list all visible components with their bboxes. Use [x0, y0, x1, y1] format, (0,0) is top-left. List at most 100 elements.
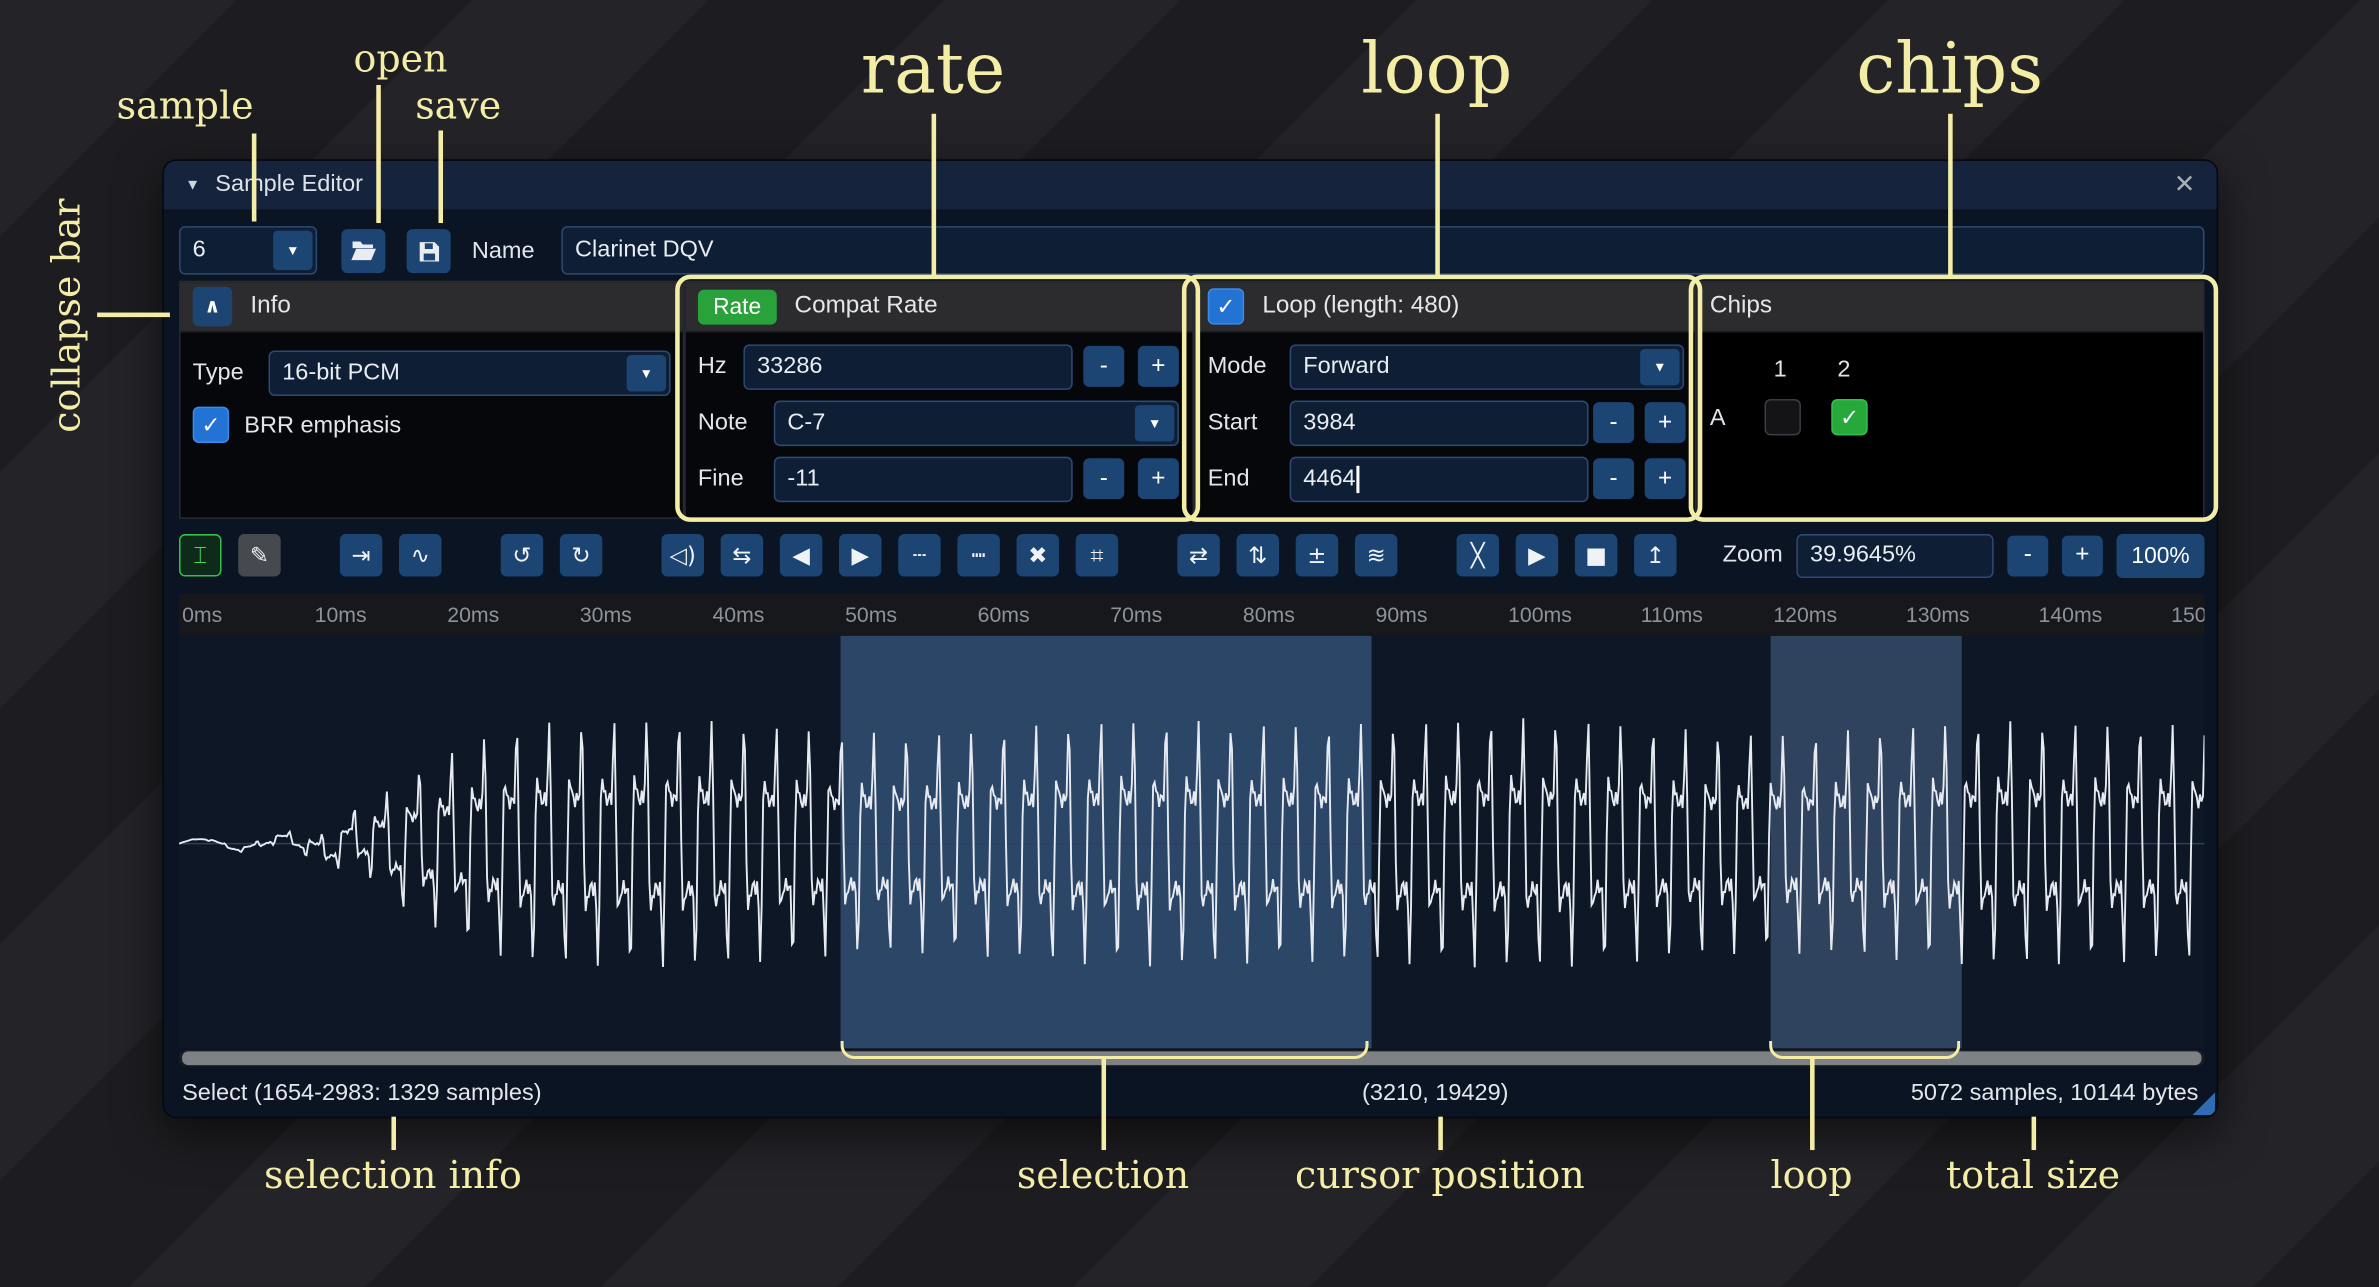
resize-icon[interactable]: ⇥ — [340, 534, 382, 576]
ruler-tick: 70ms — [1110, 602, 1162, 626]
chevron-down-icon[interactable]: ▼ — [627, 355, 666, 391]
loop-start-increase-button[interactable]: + — [1645, 402, 1686, 443]
cursor-position-text: (3210, 19429) — [1362, 1080, 1508, 1107]
annotation-loop-bottom: loop — [1584, 1153, 2039, 1197]
loop-end-value: 4464 — [1303, 466, 1355, 493]
loop-panel: ✓ Loop (length: 480) Mode Forward ▼ Star… — [1194, 281, 1696, 519]
brr-emphasis-checkbox[interactable]: ✓ — [193, 407, 229, 443]
loop-panel-header: ✓ Loop (length: 480) — [1196, 282, 1695, 332]
redo-icon[interactable]: ↻ — [560, 534, 602, 576]
toolbar-buttons: ⌶ ✎ ⇥ ∿ ↺ ↻ ◁) ⇆ ◀ ▶ ┄ ┉ ✖ ⌗ ⇄ ⇅ ± ≋ ╳ ▶ ■ ↥ — [179, 534, 1676, 576]
zoom-input[interactable]: 39.9645% — [1796, 533, 1993, 577]
collapse-bar-button[interactable]: ∧ — [193, 287, 232, 326]
fine-increase-button[interactable]: + — [1138, 458, 1179, 499]
hz-decrease-button[interactable]: - — [1083, 346, 1124, 387]
resample-icon[interactable]: ∿ — [399, 534, 441, 576]
ruler-tick: 30ms — [580, 602, 632, 626]
hz-increase-button[interactable]: + — [1138, 346, 1179, 387]
rate-panel: Rate Compat Rate Hz 33286 - + Note C-7 ▼… — [684, 281, 1194, 519]
type-value: 16-bit PCM — [282, 360, 400, 387]
mode-label: Mode — [1208, 354, 1267, 381]
stop-preview-icon[interactable]: ■ — [1575, 534, 1617, 576]
loop-mode-select[interactable]: Forward ▼ — [1290, 344, 1684, 390]
annotation-cursor-position: cursor position — [1212, 1153, 1667, 1197]
hz-label: Hz — [698, 354, 727, 381]
normalize-icon[interactable]: ⇆ — [721, 534, 763, 576]
loop-end-increase-button[interactable]: + — [1645, 458, 1686, 499]
chip-a2-checkbox[interactable]: ✓ — [1831, 399, 1867, 435]
annotation-total-size: total size — [1805, 1153, 2260, 1197]
chips-panel: Chips 1 2 A ✓ — [1696, 281, 2204, 519]
preview-icon[interactable]: ▶ — [1516, 534, 1558, 576]
name-label: Name — [472, 238, 535, 265]
fine-value: -11 — [787, 466, 819, 493]
type-select[interactable]: 16-bit PCM ▼ — [269, 350, 671, 396]
crossfade-icon[interactable]: ╳ — [1457, 534, 1499, 576]
ruler-tick: 50ms — [845, 602, 897, 626]
chevron-down-icon[interactable]: ▼ — [273, 231, 312, 270]
loop-end-input[interactable]: 4464 — [1290, 457, 1589, 503]
amplify-icon[interactable]: ◁) — [662, 534, 704, 576]
fine-input[interactable]: -11 — [774, 457, 1073, 503]
sample-number-value: 6 — [193, 237, 206, 264]
trim-icon[interactable]: ⌗ — [1076, 534, 1118, 576]
window-collapse-icon[interactable]: ▼ — [185, 177, 200, 194]
chip-a1-checkbox[interactable] — [1765, 399, 1801, 435]
horizontal-scrollbar[interactable] — [179, 1050, 2204, 1067]
annotation-line — [391, 1117, 395, 1150]
annotation-chips: chips — [1722, 27, 2177, 109]
apply-silence-icon[interactable]: ┉ — [957, 534, 999, 576]
text-caret — [1357, 466, 1360, 493]
window-title: Sample Editor — [215, 171, 363, 198]
insert-silence-icon[interactable]: ┄ — [898, 534, 940, 576]
check-icon: ✓ — [201, 411, 220, 438]
close-button[interactable]: ✕ — [2174, 170, 2196, 200]
info-panel-header: ∧ Info — [181, 282, 683, 332]
annotation-selection-info: selection info — [165, 1153, 620, 1197]
annotation-line — [1438, 1117, 1442, 1150]
rate-button[interactable]: Rate — [698, 289, 776, 324]
fade-in-icon[interactable]: ◀ — [780, 534, 822, 576]
loop-start-decrease-button[interactable]: - — [1593, 402, 1634, 443]
titlebar[interactable]: ▼ Sample Editor ✕ — [164, 161, 2217, 211]
name-value: Clarinet DQV — [575, 237, 714, 264]
chevron-down-icon[interactable]: ▼ — [1135, 405, 1174, 441]
annotation-line — [97, 313, 170, 317]
sample-number-select[interactable]: 6 ▼ — [179, 226, 317, 275]
chip-row-a-label: A — [1710, 405, 1726, 432]
note-select[interactable]: C-7 ▼ — [774, 401, 1179, 447]
invert-icon[interactable]: ⇅ — [1237, 534, 1279, 576]
start-label: Start — [1208, 410, 1258, 437]
note-label: Note — [698, 410, 748, 437]
select-tool-icon[interactable]: ⌶ — [179, 534, 221, 576]
scrollbar-thumb[interactable] — [182, 1051, 2201, 1065]
ruler-tick: 120ms — [1773, 602, 1837, 626]
chip-column-2-label: 2 — [1837, 357, 1850, 384]
draw-tool-icon[interactable]: ✎ — [238, 534, 280, 576]
waveform-canvas[interactable] — [179, 636, 2204, 1049]
fine-decrease-button[interactable]: - — [1083, 458, 1124, 499]
annotated-screenshot: ▼ Sample Editor ✕ 6 ▼ Name Clarinet DQV — [0, 0, 2379, 1287]
upload-icon[interactable]: ↥ — [1634, 534, 1676, 576]
save-button[interactable] — [407, 229, 451, 273]
annotation-sample: sample — [64, 83, 307, 127]
hz-input[interactable]: 33286 — [743, 344, 1072, 390]
loop-start-input[interactable]: 3984 — [1290, 401, 1589, 447]
loop-mode-value: Forward — [1303, 354, 1389, 381]
delete-icon[interactable]: ✖ — [1017, 534, 1059, 576]
name-input[interactable]: Clarinet DQV — [561, 226, 2204, 275]
zoom-out-button[interactable]: - — [2007, 535, 2048, 576]
fade-out-icon[interactable]: ▶ — [839, 534, 881, 576]
loop-end-decrease-button[interactable]: - — [1593, 458, 1634, 499]
open-button[interactable] — [341, 229, 385, 273]
zoom-in-button[interactable]: + — [2062, 535, 2103, 576]
zoom-reset-button[interactable]: 100% — [2117, 533, 2205, 577]
sign-invert-icon[interactable]: ± — [1296, 534, 1338, 576]
filter-icon[interactable]: ≋ — [1355, 534, 1397, 576]
open-folder-icon — [349, 237, 378, 266]
reverse-icon[interactable]: ⇄ — [1177, 534, 1219, 576]
chevron-down-icon[interactable]: ▼ — [1640, 349, 1679, 385]
loop-enable-checkbox[interactable]: ✓ — [1208, 288, 1244, 324]
undo-icon[interactable]: ↺ — [501, 534, 543, 576]
end-label: End — [1208, 466, 1250, 493]
